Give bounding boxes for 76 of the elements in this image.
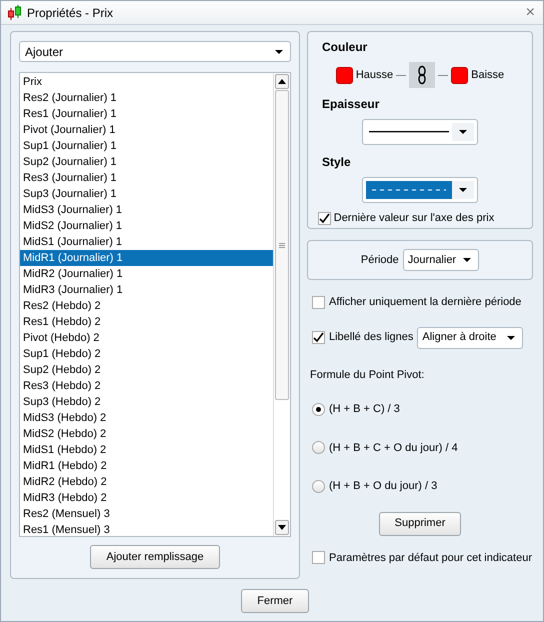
- close-button[interactable]: ×: [524, 4, 537, 20]
- checkbox-label: Libellé des lignes: [329, 330, 414, 346]
- period-dropdown[interactable]: Journalier: [402, 249, 480, 271]
- list-item[interactable]: MidR3 (Journalier) 1: [20, 282, 273, 298]
- down-arrow-icon: [278, 525, 286, 530]
- radio-button[interactable]: [312, 441, 325, 454]
- list-item[interactable]: Sup1 (Journalier) 1: [20, 138, 273, 154]
- color-swatch[interactable]: [451, 66, 468, 84]
- scrollbar[interactable]: [273, 73, 290, 536]
- list-item[interactable]: Res3 (Hebdo) 2: [20, 378, 273, 394]
- list-item[interactable]: MidS3 (Journalier) 1: [20, 202, 273, 218]
- chain-link-icon: [417, 65, 428, 85]
- list-item[interactable]: Sup3 (Hebdo) 2: [20, 394, 273, 410]
- checkbox-label: Paramètres par défaut pour cet indicateur: [329, 550, 532, 566]
- link-toggle-button[interactable]: [409, 62, 436, 88]
- delete-button[interactable]: Supprimer: [379, 512, 461, 536]
- list-item[interactable]: MidR1 (Journalier) 1: [20, 250, 273, 266]
- add-fill-button[interactable]: Ajouter remplissage: [90, 545, 220, 569]
- add-dropdown[interactable]: Ajouter: [19, 41, 291, 62]
- checkbox[interactable]: [312, 551, 325, 564]
- list-item[interactable]: Sup2 (Hebdo) 2: [20, 362, 273, 378]
- close-dialog-button[interactable]: Fermer: [241, 589, 309, 613]
- list-item[interactable]: MidR2 (Hebdo) 2: [20, 474, 273, 490]
- checkbox[interactable]: [318, 212, 331, 225]
- section-title: Couleur: [322, 39, 368, 56]
- list-item[interactable]: Res1 (Hebdo) 2: [20, 314, 273, 330]
- checkbox[interactable]: [312, 296, 325, 309]
- dashed-line-icon: [372, 189, 446, 191]
- candlestick-icon: [7, 4, 23, 20]
- swatch-label: Baisse: [471, 68, 504, 83]
- list-item[interactable]: MidS1 (Journalier) 1: [20, 234, 273, 250]
- window-title: Propriétés - Prix: [27, 4, 114, 22]
- list-item[interactable]: Res2 (Mensuel) 3: [20, 506, 273, 522]
- checkbox-label: Afficher uniquement la dernière période: [329, 295, 522, 310]
- formula-title: Formule du Point Pivot:: [309, 368, 426, 382]
- radio-button[interactable]: [312, 480, 325, 493]
- alignment-dropdown[interactable]: Aligner à droite: [417, 326, 524, 348]
- checkbox-label: Dernière valeur sur l'axe des prix: [334, 211, 494, 226]
- list-item[interactable]: Pivot (Hebdo) 2: [20, 330, 273, 346]
- list-item[interactable]: Sup3 (Journalier) 1: [20, 186, 273, 202]
- list-item[interactable]: Sup2 (Journalier) 1: [20, 154, 273, 170]
- list-item[interactable]: Res2 (Journalier) 1: [20, 90, 273, 106]
- list-item[interactable]: MidS2 (Journalier) 1: [20, 218, 273, 234]
- list-item[interactable]: Res2 (Hebdo) 2: [20, 298, 273, 314]
- list-item[interactable]: MidS3 (Hebdo) 2: [20, 410, 273, 426]
- list-item[interactable]: Res1 (Mensuel) 3: [20, 522, 273, 538]
- list-item[interactable]: Res1 (Journalier) 1: [20, 106, 273, 122]
- radio-label: (H + B + O du jour) / 3: [329, 479, 438, 494]
- solid-line-icon: [369, 131, 449, 133]
- series-listbox[interactable]: [19, 72, 291, 537]
- color-swatch[interactable]: [336, 66, 353, 84]
- checkbox[interactable]: [312, 331, 325, 344]
- grip-icon: [279, 242, 285, 248]
- section-title: Epaisseur: [322, 96, 380, 113]
- list-item[interactable]: Res3 (Journalier) 1: [20, 170, 273, 186]
- scroll-thumb[interactable]: [275, 90, 289, 400]
- section-title: Style: [322, 154, 352, 171]
- radio-label: (H + B + C + O du jour) / 4: [329, 440, 458, 456]
- list-item[interactable]: Sup1 (Hebdo) 2: [20, 346, 273, 362]
- thickness-dropdown[interactable]: [362, 119, 478, 145]
- list-item[interactable]: Pivot (Journalier) 1: [20, 122, 273, 138]
- radio-dot-icon: [316, 406, 321, 412]
- list-item[interactable]: Prix: [20, 74, 273, 90]
- swatch-label: Hausse: [356, 68, 394, 83]
- scroll-down-button[interactable]: [275, 520, 289, 535]
- scroll-up-button[interactable]: [275, 74, 289, 89]
- radio-button[interactable]: [312, 402, 325, 416]
- list-item[interactable]: MidS1 (Hebdo) 2: [20, 442, 273, 458]
- style-dropdown[interactable]: [362, 177, 478, 203]
- list-item[interactable]: MidR3 (Hebdo) 2: [20, 490, 273, 506]
- list-item[interactable]: MidR1 (Hebdo) 2: [20, 458, 273, 474]
- period-label: Période: [360, 252, 399, 268]
- list-item[interactable]: MidR2 (Journalier) 1: [20, 266, 273, 282]
- up-arrow-icon: [278, 79, 286, 84]
- list-item[interactable]: MidS2 (Hebdo) 2: [20, 426, 273, 442]
- radio-label: (H + B + C) / 3: [329, 402, 400, 417]
